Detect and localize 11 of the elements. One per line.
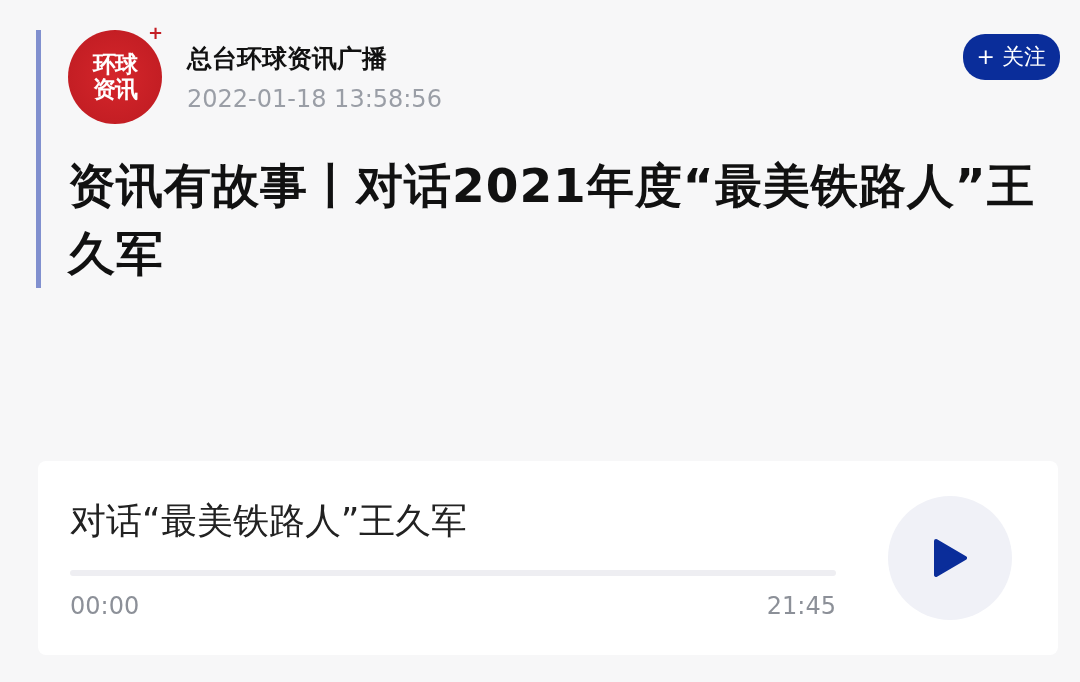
- author-name[interactable]: 总台环球资讯广播: [187, 41, 963, 75]
- logo-text: 环球: [93, 52, 137, 77]
- publish-date: 2022-01-18 13:58:56: [187, 84, 443, 113]
- follow-button[interactable]: + 关注: [962, 34, 1060, 80]
- duration: 21:45: [766, 591, 836, 620]
- audio-title: 对话“最美铁路人”王久军: [70, 498, 469, 543]
- current-time: 00:00: [70, 591, 140, 620]
- article-title: 资讯有故事丨对话2021年度“最美铁路人”王久军: [68, 157, 1036, 283]
- logo-plus: +: [147, 24, 162, 42]
- logo-text: 资讯: [93, 77, 137, 102]
- play-icon: [933, 538, 967, 578]
